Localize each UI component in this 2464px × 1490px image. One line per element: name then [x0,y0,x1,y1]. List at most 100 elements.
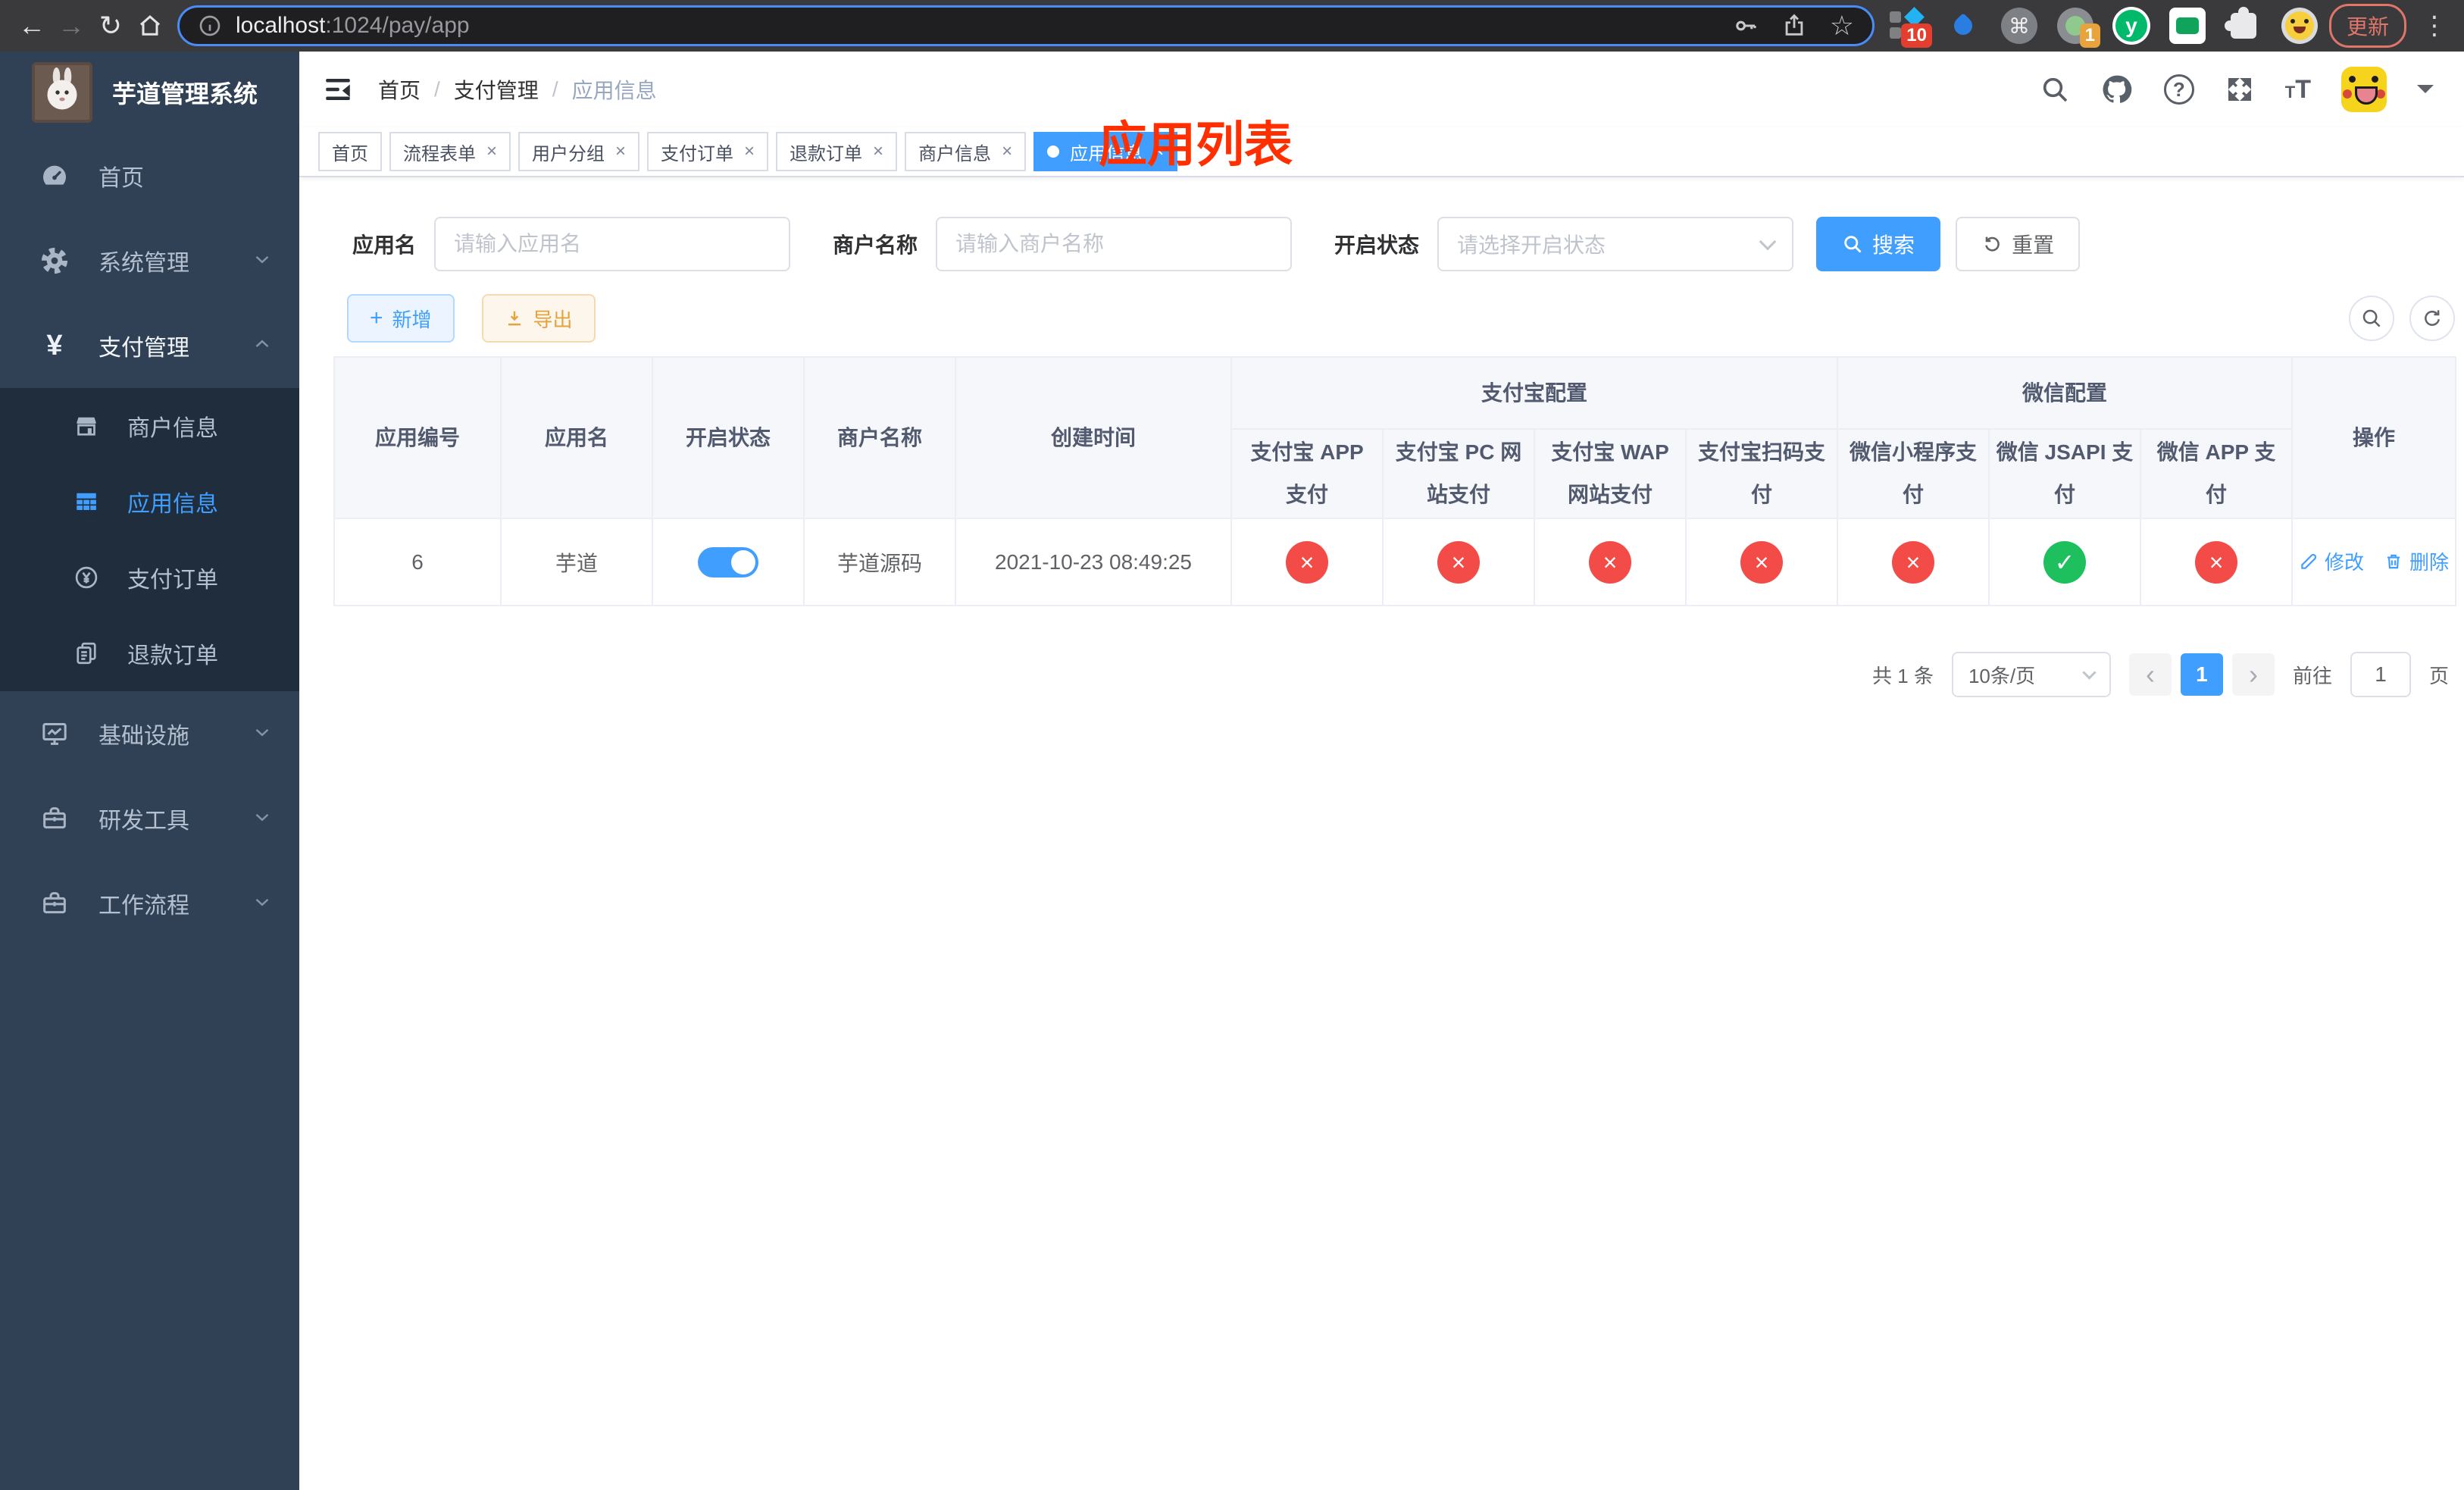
address-bar[interactable]: localhost:1024/pay/app ☆ [177,5,1875,46]
browser-home-button[interactable] [130,6,170,45]
extension-yuque-icon[interactable]: y [2112,7,2150,45]
cell-app-id: 6 [333,518,502,606]
close-icon[interactable]: × [486,142,497,161]
tag-merchant-info[interactable]: 商户信息 × [905,132,1027,171]
password-key-icon[interactable] [1733,13,1759,39]
user-avatar[interactable] [2341,67,2387,112]
column-header-alipay-pc: 支付宝 PC 网站支付 [1382,428,1535,519]
browser-menu-icon[interactable]: ⋮ [2417,11,2452,41]
extension-chat-icon[interactable] [2169,7,2206,45]
monitor-chart-icon [38,718,71,749]
close-icon[interactable]: × [744,142,755,161]
search-icon [1844,236,1862,253]
applications-table: 应用编号 应用名 开启状态 商户名称 创建时间 支付宝配置 微信配置 操作 支付… [333,356,2457,606]
column-header-alipay-app: 支付宝 APP 支付 [1230,428,1384,519]
export-button[interactable]: 导出 [481,294,596,343]
top-navbar: 首页 / 支付管理 / 应用信息 ? TT [299,52,2464,127]
dashboard-icon [38,161,71,191]
page-size-select[interactable]: 10条/页 [1951,652,2111,697]
next-page-button[interactable]: › [2231,653,2275,696]
edit-button[interactable]: 修改 [2299,547,2364,575]
extension-profile-icon[interactable]: 1 [2056,7,2100,48]
github-icon[interactable] [2100,73,2134,106]
chevron-down-icon [251,248,274,274]
tag-pay-orders[interactable]: 支付订单 × [647,132,769,171]
close-icon[interactable]: × [1002,142,1012,161]
status-select[interactable]: 请选择开启状态 [1437,217,1794,271]
font-size-icon[interactable]: TT [2285,75,2311,105]
column-header-status: 开启状态 [652,356,805,519]
status-cross-icon: × [1437,540,1480,584]
fullscreen-icon[interactable] [2225,74,2255,105]
sidebar-item-workflow[interactable]: 工作流程 [0,861,299,946]
browser-avatar-icon[interactable] [2281,7,2319,45]
status-cross-icon: × [1892,540,1935,584]
sidebar-item-app-info[interactable]: 应用信息 [0,464,299,540]
tag-home[interactable]: 首页 [318,132,382,171]
download-icon [508,311,521,326]
navbar-actions: ? TT [2040,67,2434,112]
close-icon[interactable]: × [615,142,626,161]
extensions-puzzle-icon[interactable] [2224,7,2262,45]
screen: ← → ↻ localhost:1024/pay/app ☆ 10 ⌘ 1 y … [0,0,2464,1490]
merchant-name-input[interactable] [936,217,1293,271]
browser-update-button[interactable]: 更新 [2328,4,2406,48]
column-header-name: 应用名 [500,356,653,519]
payment-submenu: 商户信息 应用信息 支付订单 退款订单 [0,388,299,691]
browser-back-button[interactable]: ← [12,6,52,45]
status-cross-icon: × [1740,540,1783,584]
edit-pen-icon [2301,553,2317,569]
search-button[interactable]: 搜索 [1816,217,1941,271]
add-button[interactable]: + 新增 [347,294,455,343]
prev-page-button[interactable]: ‹ [2128,653,2172,696]
extension-balloon-icon[interactable] [1944,7,1982,45]
tag-user-group[interactable]: 用户分组 × [518,132,640,171]
tag-refund-orders[interactable]: 退款订单 × [776,132,898,171]
breadcrumb-home[interactable]: 首页 [378,74,421,105]
search-icon[interactable] [2040,74,2070,105]
profile-badge: 1 [2079,23,2100,48]
sidebar-item-payment[interactable]: ¥ 支付管理 [0,303,299,388]
grid-table-icon [71,488,102,515]
extensions-strip: 10 ⌘ 1 y [1888,7,2319,48]
site-info-icon[interactable] [198,14,222,38]
page-annotation: 应用列表 [1099,117,1293,172]
sidebar-item-refund-orders[interactable]: 退款订单 [0,615,299,691]
bookmark-star-icon[interactable]: ☆ [1830,12,1854,39]
yen-icon: ¥ [46,330,63,362]
reset-button[interactable]: 重置 [1956,217,2081,271]
goto-page-input[interactable] [2350,652,2411,697]
extension-command-icon[interactable]: ⌘ [2000,7,2038,45]
extension-tabs-icon[interactable]: 10 [1888,7,1932,48]
delete-button[interactable]: 删除 [2384,547,2449,575]
app-title: 芋道管理系统 [112,80,258,108]
browser-reload-button[interactable]: ↻ [91,6,130,45]
sidebar-collapse-icon[interactable] [322,74,354,105]
home-icon [140,15,160,36]
sidebar-item-infrastructure[interactable]: 基础设施 [0,691,299,776]
tag-process-form[interactable]: 流程表单 × [389,132,511,171]
breadcrumb-payment[interactable]: 支付管理 [454,74,539,105]
toolbox-icon [38,803,71,834]
close-icon[interactable]: × [873,142,883,161]
browser-forward-button[interactable]: → [52,6,91,45]
toggle-search-button[interactable] [2349,296,2394,341]
sidebar-item-system[interactable]: 系统管理 [0,218,299,303]
refresh-table-button[interactable] [2409,296,2455,341]
avatar-caret-icon[interactable] [2417,85,2434,102]
page-number-1[interactable]: 1 [2180,653,2223,696]
chevron-down-icon [1759,233,1777,251]
search-icon [2362,309,2381,327]
sidebar-item-dev-tools[interactable]: 研发工具 [0,776,299,861]
sidebar-item-home[interactable]: 首页 [0,133,299,218]
enabled-toggle[interactable] [698,546,758,578]
chevron-up-icon [251,333,274,359]
share-icon[interactable] [1781,13,1807,39]
app-name-input[interactable] [434,217,791,271]
column-header-wechat-jsapi: 微信 JSAPI 支付 [1988,428,2142,519]
page-unit-label: 页 [2428,664,2449,687]
sidebar-item-pay-orders[interactable]: 支付订单 [0,540,299,615]
sidebar-item-merchant-info[interactable]: 商户信息 [0,388,299,464]
help-icon[interactable]: ? [2163,74,2194,105]
sidebar-logo-link[interactable]: 芋道管理系统 [0,52,299,133]
